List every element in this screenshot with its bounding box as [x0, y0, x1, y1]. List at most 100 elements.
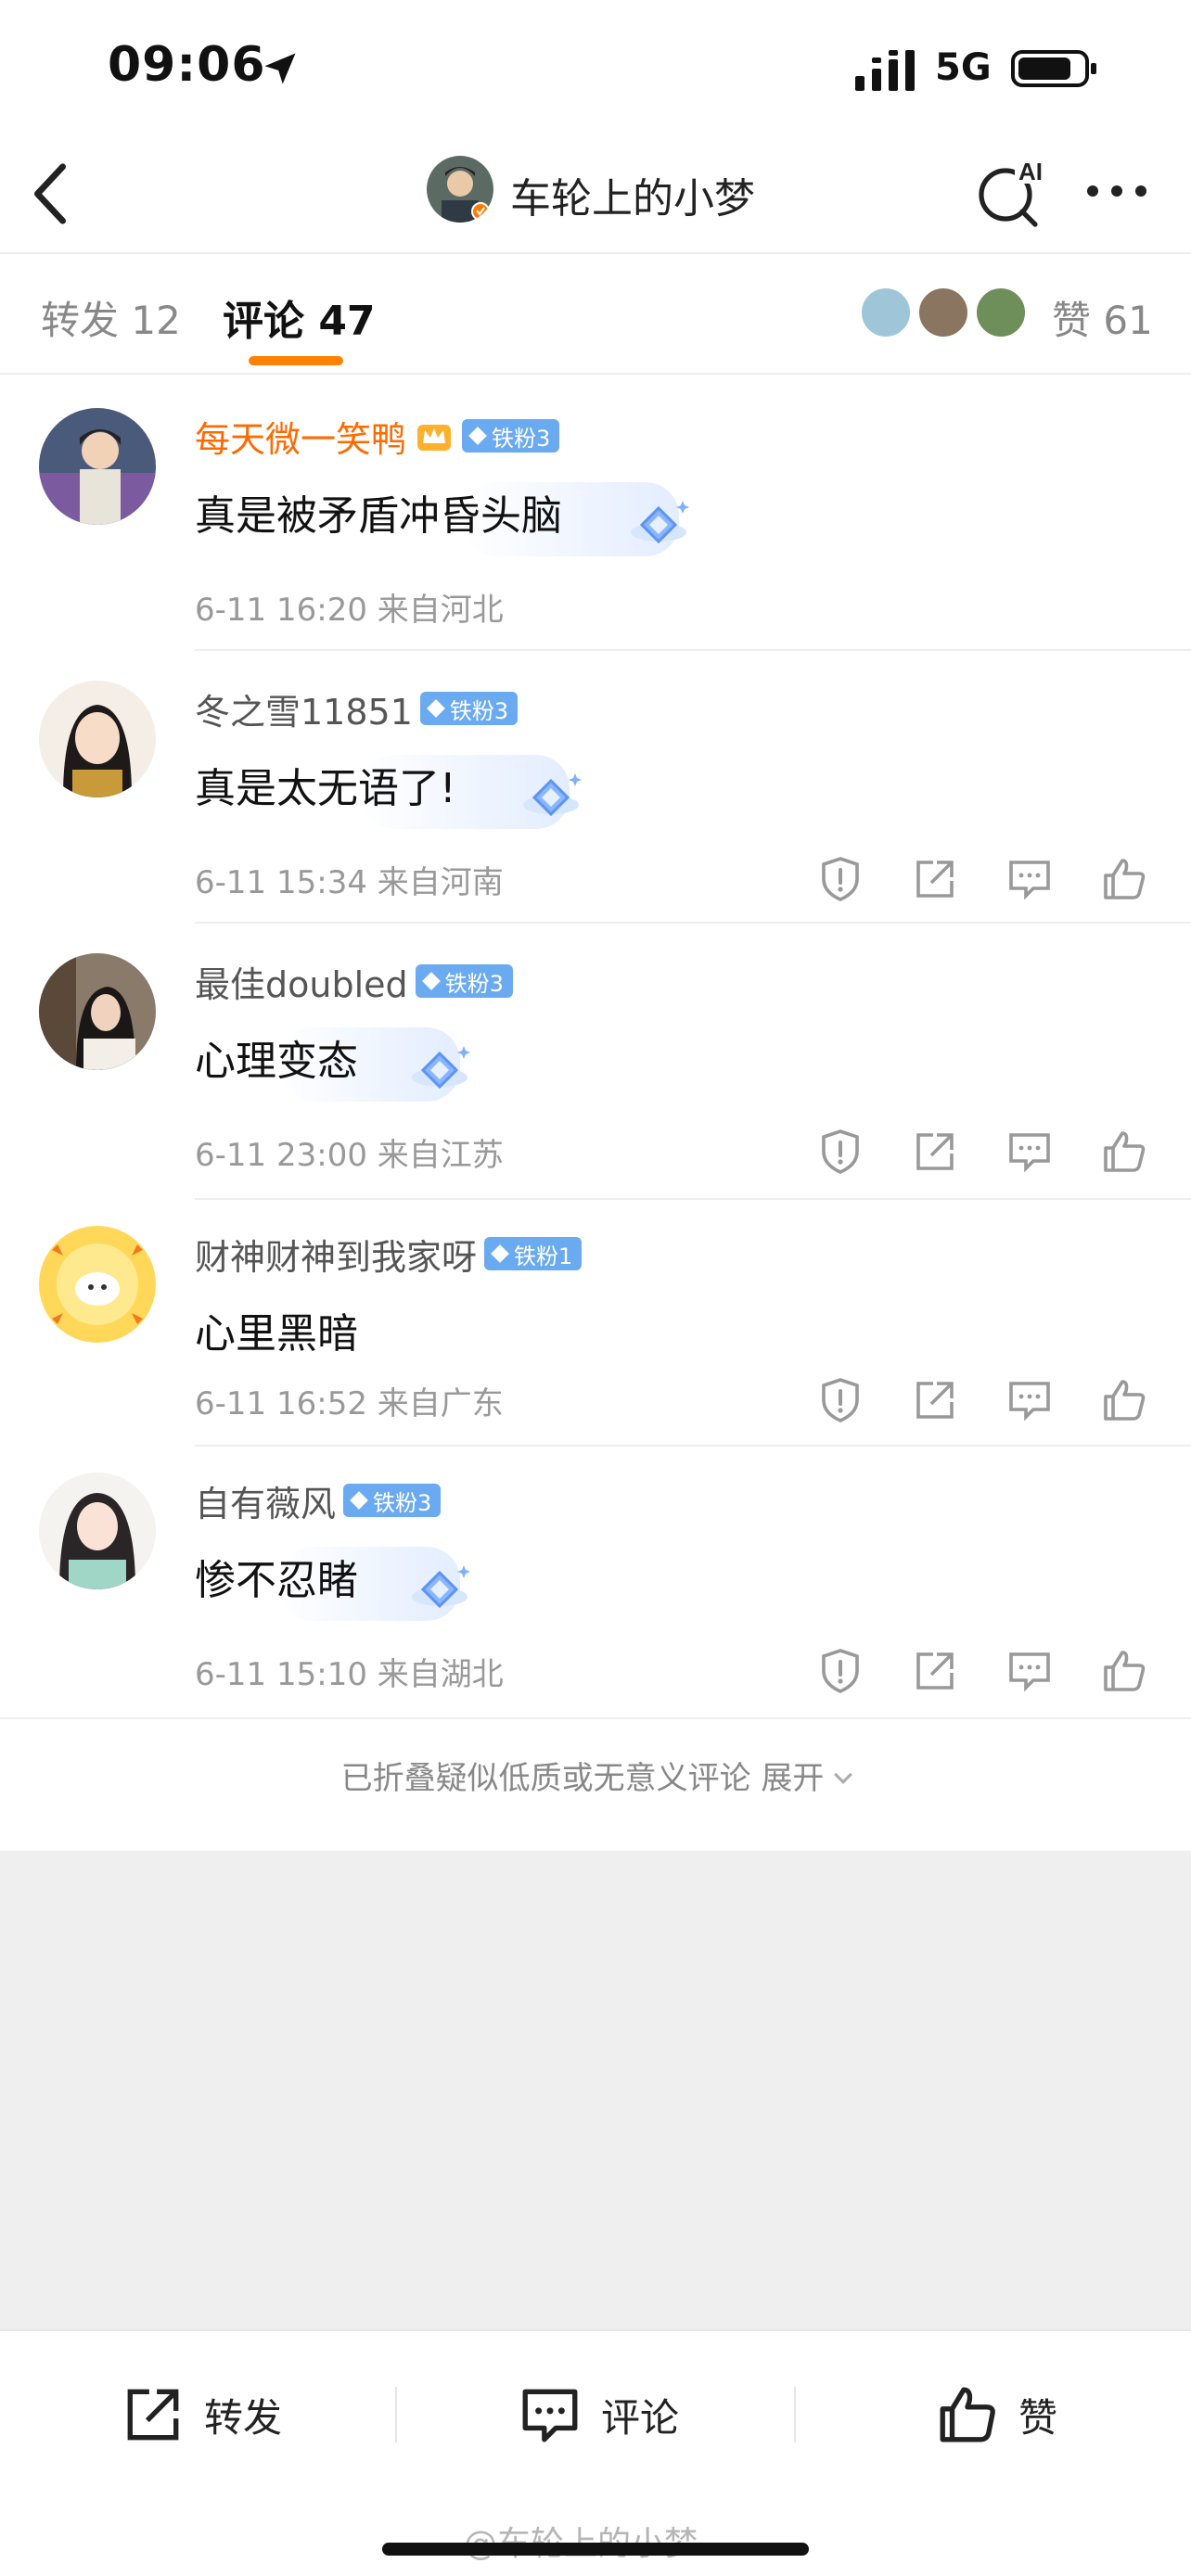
chevron-down-icon	[834, 1766, 853, 1784]
comment-actions	[816, 1376, 1159, 1428]
comment-header: 每天微一笑鸭 铁粉3	[195, 408, 560, 464]
commenter-name[interactable]: 财神财神到我家呀	[195, 1229, 477, 1280]
like-icon[interactable]	[1100, 1376, 1148, 1424]
comment-text[interactable]: 心理变态	[195, 1027, 358, 1087]
active-tab-indicator	[249, 356, 343, 365]
comment-text[interactable]: 真是太无语了!	[195, 755, 456, 814]
repost-button[interactable]: 转发	[121, 2378, 282, 2452]
home-indicator[interactable]	[382, 2543, 809, 2556]
diamond-icon	[412, 1565, 470, 1609]
report-icon[interactable]	[816, 1128, 864, 1176]
divider	[794, 2387, 796, 2442]
network-label: 5G	[935, 46, 992, 89]
comment-text[interactable]: 真是被矛盾冲昏头脑	[195, 482, 562, 542]
comment-actions	[816, 855, 1159, 907]
commenter-avatar[interactable]	[39, 408, 156, 525]
comment-label: 评论	[601, 2394, 680, 2441]
more-icon[interactable]	[1083, 180, 1150, 202]
folded-notice-text: 已折叠疑似低质或无意义评论 展开	[340, 1760, 825, 1797]
comment-icon	[522, 2389, 578, 2442]
comment-divider	[195, 1198, 1191, 1200]
comment-meta: 6-11 16:52 来自广东	[195, 1385, 504, 1422]
tab-likes[interactable]: 赞 61	[1052, 289, 1153, 346]
divider	[0, 1717, 1191, 1719]
commenter-name[interactable]: 每天微一笑鸭	[195, 411, 406, 462]
diamond-icon	[631, 501, 689, 544]
tab-comments[interactable]: 评论 47	[223, 287, 376, 347]
commenter-name[interactable]: 自有薇风	[195, 1475, 336, 1526]
liker-avatars[interactable]	[859, 286, 1044, 341]
fan-badge: 铁粉3	[462, 419, 560, 453]
share-icon[interactable]	[911, 1376, 959, 1424]
diamond-icon	[412, 1046, 470, 1090]
comment-meta: 6-11 15:10 来自湖北	[195, 1656, 504, 1693]
comment-header: 自有薇风 铁粉3	[195, 1473, 442, 1528]
commenter-avatar[interactable]	[39, 1226, 156, 1343]
like-button[interactable]: 赞	[935, 2378, 1057, 2452]
location-arrow-icon	[264, 53, 296, 84]
avatar-image	[39, 1226, 156, 1343]
comment-meta: 6-11 16:20 来自河北	[195, 592, 504, 629]
comment-meta: 6-11 23:00 来自江苏	[195, 1137, 504, 1174]
watermark: @车轮上的小梦	[464, 2517, 698, 2565]
divider	[0, 373, 1191, 375]
ai-search-icon[interactable]: AI	[974, 154, 1048, 228]
commenter-name[interactable]: 冬之雪11851	[195, 683, 413, 734]
share-icon[interactable]	[911, 855, 959, 903]
status-bar: 09:06 5G	[0, 0, 1191, 130]
tab-repost[interactable]: 转发 12	[41, 289, 181, 346]
crown-icon	[417, 425, 452, 451]
fan-badge: 铁粉1	[484, 1237, 583, 1270]
liker-avatar	[974, 286, 1028, 339]
comment-divider	[195, 922, 1191, 924]
comment-divider	[195, 649, 1191, 651]
fan-badge: 铁粉3	[415, 964, 513, 998]
report-icon[interactable]	[816, 1647, 864, 1695]
thumbs-up-icon	[940, 2387, 995, 2442]
comment-header: 冬之雪11851 铁粉3	[195, 681, 519, 736]
commenter-name[interactable]: 最佳doubled	[195, 956, 408, 1007]
reply-icon[interactable]	[1005, 855, 1054, 903]
repost-label: 转发	[204, 2394, 283, 2441]
report-icon[interactable]	[816, 855, 864, 903]
like-icon[interactable]	[1100, 855, 1148, 903]
avatar-image	[39, 1473, 156, 1589]
like-icon[interactable]	[1100, 1647, 1148, 1695]
comment-button[interactable]: 评论	[518, 2378, 679, 2452]
reply-icon[interactable]	[1005, 1128, 1054, 1176]
nav-bar: 车轮上的小梦 AI	[0, 130, 1191, 254]
comment-header: 财神财神到我家呀 铁粉1	[195, 1226, 583, 1282]
avatar-image	[39, 953, 156, 1070]
commenter-avatar[interactable]	[39, 681, 156, 797]
comment-meta: 6-11 15:34 来自河南	[195, 864, 504, 901]
author-avatar[interactable]	[427, 156, 493, 223]
battery-icon	[1011, 50, 1096, 87]
author-name[interactable]: 车轮上的小梦	[510, 165, 755, 224]
comment-text[interactable]: 惨不忍睹	[195, 1547, 358, 1606]
svg-text:AI: AI	[1018, 158, 1043, 185]
divider	[395, 2387, 397, 2442]
comment-header: 最佳doubled 铁粉3	[195, 953, 513, 1009]
diamond-icon	[523, 773, 582, 817]
avatar-image	[427, 156, 493, 223]
share-icon[interactable]	[911, 1647, 959, 1695]
back-icon[interactable]	[30, 161, 70, 226]
reply-icon[interactable]	[1005, 1376, 1054, 1424]
commenter-avatar[interactable]	[39, 953, 156, 1070]
like-icon[interactable]	[1100, 1128, 1148, 1176]
avatar-image	[39, 408, 156, 525]
comment-actions	[816, 1128, 1159, 1180]
liker-avatar	[859, 286, 913, 339]
fan-badge: 铁粉3	[343, 1484, 442, 1517]
status-time: 09:06	[108, 37, 266, 93]
tab-bar: 转发 12 评论 47 赞 61	[0, 254, 1191, 375]
share-icon[interactable]	[911, 1128, 959, 1176]
folded-comments-toggle[interactable]: 已折叠疑似低质或无意义评论 展开	[0, 1753, 1191, 1798]
comment-actions	[816, 1647, 1159, 1699]
comment-text[interactable]: 心里黑暗	[195, 1300, 358, 1359]
report-icon[interactable]	[816, 1376, 864, 1424]
commenter-avatar[interactable]	[39, 1473, 156, 1589]
reply-icon[interactable]	[1005, 1647, 1054, 1695]
liker-avatar	[916, 286, 970, 339]
like-label: 赞	[1018, 2394, 1058, 2441]
